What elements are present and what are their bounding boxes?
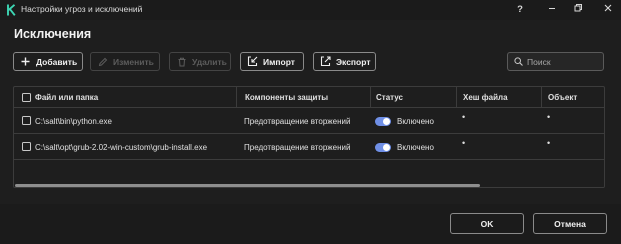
object-value: • (547, 138, 551, 148)
status-toggle[interactable] (375, 142, 391, 152)
cancel-button[interactable]: Отмена (533, 213, 607, 234)
status-toggle[interactable] (375, 116, 391, 126)
object-cell: • (541, 108, 604, 134)
add-button-label: Добавить (36, 56, 78, 67)
export-button[interactable]: Экспорт (313, 52, 376, 71)
column-header-file[interactable]: Файл или папка (14, 87, 236, 108)
help-icon[interactable]: ? (513, 3, 527, 17)
protection-component: Предотвращение вторжений (244, 116, 351, 126)
file-path: C:\salt\bin\python.exe (35, 116, 112, 126)
search-input[interactable] (527, 56, 603, 67)
status-cell: Включено (370, 108, 456, 134)
ok-button[interactable]: OK (450, 213, 524, 234)
export-icon (320, 56, 331, 67)
maximize-icon[interactable] (571, 3, 585, 17)
search-box[interactable] (507, 52, 604, 71)
search-icon (514, 53, 523, 71)
pencil-icon (97, 56, 108, 67)
kaspersky-logo-icon (7, 4, 16, 16)
edit-button-label: Изменить (113, 56, 154, 67)
object-value: • (547, 112, 551, 122)
column-header-status[interactable]: Статус (370, 87, 456, 108)
hash-value: • (462, 112, 466, 122)
plus-icon (20, 56, 31, 67)
file-path: C:\salt\opt\grub-2.02-win-custom\grub-in… (35, 142, 208, 152)
close-icon[interactable] (601, 3, 615, 17)
table-header: Файл или папка Компоненты защиты Статус … (14, 87, 604, 108)
import-button[interactable]: Импорт (240, 52, 304, 71)
column-header-object[interactable]: Объект (541, 87, 604, 108)
status-cell: Включено (370, 134, 456, 160)
edit-button[interactable]: Изменить (90, 52, 160, 71)
delete-button-label: Удалить (192, 56, 227, 67)
hash-value: • (462, 138, 466, 148)
status-text: Включено (397, 142, 434, 152)
column-header-hash[interactable]: Хеш файла (456, 87, 541, 108)
hash-cell: • (456, 134, 541, 160)
hash-cell: • (456, 108, 541, 134)
minimize-icon[interactable] (545, 3, 559, 17)
add-button[interactable]: Добавить (13, 52, 83, 71)
horizontal-scrollbar-thumb[interactable] (15, 184, 480, 187)
delete-button[interactable]: Удалить (169, 52, 231, 71)
protection-component: Предотвращение вторжений (244, 142, 351, 152)
table-row[interactable]: C:\salt\opt\grub-2.02-win-custom\grub-in… (14, 134, 604, 160)
object-cell: • (541, 134, 604, 160)
export-button-label: Экспорт (336, 56, 371, 67)
table-row[interactable]: C:\salt\bin\python.exe Предотвращение вт… (14, 108, 604, 134)
dialog-footer (0, 204, 621, 244)
trash-icon (176, 56, 187, 67)
status-text: Включено (397, 116, 434, 126)
window-title: Настройки угроз и исключений (21, 4, 143, 14)
page-title: Исключения (14, 27, 92, 41)
column-header-components[interactable]: Компоненты защиты (236, 87, 370, 108)
import-icon (247, 56, 258, 67)
import-button-label: Импорт (263, 56, 295, 67)
exclusions-table: Файл или папка Компоненты защиты Статус … (13, 86, 605, 188)
title-bar: Настройки угроз и исключений ? (0, 0, 621, 20)
